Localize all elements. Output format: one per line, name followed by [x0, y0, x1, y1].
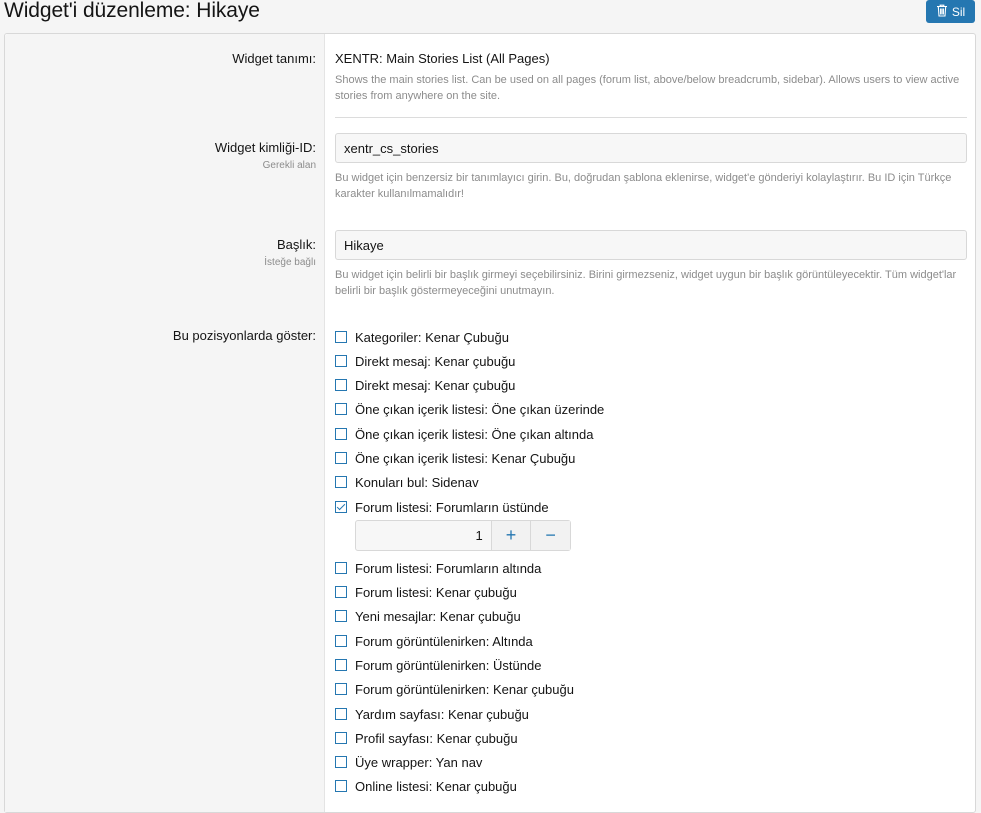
title-sublabel: İsteğe bağlı: [264, 257, 316, 268]
position-checkbox-item[interactable]: Forum görüntülenirken: Altında: [335, 631, 533, 651]
position-checkbox-item[interactable]: Forum görüntülenirken: Kenar çubuğu: [335, 679, 574, 699]
position-checkbox-item[interactable]: Öne çıkan içerik listesi: Kenar Çubuğu: [335, 448, 575, 468]
position-checkbox-item[interactable]: Forum listesi: Forumların üstünde: [335, 497, 549, 517]
checkbox-icon[interactable]: [335, 562, 347, 574]
page-header: Widget'i düzenleme: Hikaye Sil: [0, 0, 981, 28]
position-checkbox-label: Forum görüntülenirken: Üstünde: [355, 657, 542, 673]
definition-label: Widget tanımı:: [232, 51, 316, 66]
position-checkbox-label: Profil sayfası: Kenar çubuğu: [355, 730, 518, 746]
delete-button[interactable]: Sil: [926, 0, 975, 23]
label-column: Widget tanımı: Widget kimliği-ID: Gerekl…: [5, 34, 325, 812]
checkbox-icon[interactable]: [335, 476, 347, 488]
position-checkbox-label: Forum görüntülenirken: Kenar çubuğu: [355, 681, 574, 697]
checkbox-icon[interactable]: [335, 683, 347, 695]
position-checkbox-label: Öne çıkan içerik listesi: Kenar Çubuğu: [355, 450, 576, 466]
position-order-stepper[interactable]: 1 + −: [355, 520, 571, 551]
position-checkbox-label: Forum görüntülenirken: Altında: [355, 633, 533, 649]
position-checkbox-item[interactable]: Profil sayfası: Kenar çubuğu: [335, 728, 518, 748]
checkbox-icon[interactable]: [335, 610, 347, 622]
checkbox-icon[interactable]: [335, 452, 347, 464]
position-checkbox-item[interactable]: Öne çıkan içerik listesi: Öne çıkan altı…: [335, 424, 593, 444]
position-checkbox-label: Direkt mesaj: Kenar çubuğu: [355, 353, 516, 369]
checkbox-icon[interactable]: [335, 379, 347, 391]
position-checkbox-item[interactable]: Direkt mesaj: Kenar çubuğu: [335, 375, 515, 395]
position-checkbox-label: Online listesi: Kenar çubuğu: [355, 778, 517, 794]
checkbox-icon[interactable]: [335, 659, 347, 671]
position-checkbox-item[interactable]: Üye wrapper: Yan nav: [335, 752, 482, 772]
position-checkbox-item[interactable]: Konuları bul: Sidenav: [335, 472, 479, 492]
widget-edit-form: Widget tanımı: Widget kimliği-ID: Gerekl…: [4, 33, 976, 813]
checkbox-icon[interactable]: [335, 756, 347, 768]
position-checkbox-label: Yardım sayfası: Kenar çubuğu: [355, 706, 529, 722]
widget-key-label: Widget kimliği-ID:: [214, 140, 316, 155]
checkbox-icon[interactable]: [335, 428, 347, 440]
position-checkbox-label: Forum listesi: Forumların üstünde: [355, 499, 549, 515]
position-checkbox-label: Direkt mesaj: Kenar çubuğu: [355, 377, 516, 393]
checkbox-icon[interactable]: [335, 403, 347, 415]
title-label: Başlık:: [276, 237, 316, 252]
position-order-value[interactable]: 1: [356, 521, 491, 550]
definition-explain: Shows the main stories list. Can be used…: [335, 74, 960, 102]
position-checkbox-label: Forum listesi: Kenar çubuğu: [355, 584, 517, 600]
definition-value: XENTR: Main Stories List (All Pages): [335, 51, 550, 66]
position-checkbox-item[interactable]: Direkt mesaj: Kenar çubuğu: [335, 351, 515, 371]
checkbox-icon[interactable]: [335, 732, 347, 744]
widget-key-explain: Bu widget için benzersiz bir tanımlayıcı…: [335, 172, 952, 200]
position-checkbox-item[interactable]: Forum listesi: Forumların altında: [335, 558, 541, 578]
minus-icon[interactable]: −: [530, 521, 570, 550]
checkbox-icon[interactable]: [335, 708, 347, 720]
plus-icon[interactable]: +: [490, 521, 531, 550]
position-checkbox-label: Konuları bul: Sidenav: [355, 474, 479, 490]
position-checkbox-item[interactable]: Forum görüntülenirken: Üstünde: [335, 655, 541, 675]
widget-key-sublabel: Gerekli alan: [262, 160, 316, 171]
position-checkbox-item[interactable]: Kategoriler: Kenar Çubuğu: [335, 327, 509, 347]
page-title: Widget'i düzenleme: Hikaye: [4, 0, 260, 22]
position-checkbox-label: Öne çıkan içerik listesi: Öne çıkan üzer…: [355, 401, 605, 417]
delete-button-label: Sil: [951, 4, 966, 19]
position-checkbox-item[interactable]: Online listesi: Kenar çubuğu: [335, 776, 517, 796]
position-checkbox-label: Yeni mesajlar: Kenar çubuğu: [355, 608, 521, 624]
title-explain: Bu widget için belirli bir başlık girmey…: [335, 269, 957, 297]
position-checkbox-label: Kategoriler: Kenar Çubuğu: [355, 329, 509, 345]
position-checkbox-item[interactable]: Yeni mesajlar: Kenar çubuğu: [335, 606, 521, 626]
checkbox-icon[interactable]: [335, 780, 347, 792]
form-divider: [335, 117, 967, 118]
checkbox-icon[interactable]: [335, 635, 347, 647]
widget-key-input[interactable]: [335, 133, 967, 163]
title-input[interactable]: [335, 230, 967, 260]
trash-icon: [936, 4, 948, 20]
position-checkbox-item[interactable]: Forum listesi: Kenar çubuğu: [335, 582, 517, 602]
checkbox-checked-icon[interactable]: [335, 501, 347, 513]
positions-label: Bu pozisyonlarda göster:: [172, 328, 316, 343]
checkbox-icon[interactable]: [335, 355, 347, 367]
position-checkbox-label: Üye wrapper: Yan nav: [355, 754, 483, 770]
position-checkbox-label: Forum listesi: Forumların altında: [355, 560, 542, 576]
position-checkbox-label: Öne çıkan içerik listesi: Öne çıkan altı…: [355, 426, 594, 442]
position-checkbox-item[interactable]: Yardım sayfası: Kenar çubuğu: [335, 704, 529, 724]
checkbox-icon[interactable]: [335, 586, 347, 598]
position-checkbox-item[interactable]: Öne çıkan içerik listesi: Öne çıkan üzer…: [335, 399, 604, 419]
checkbox-icon[interactable]: [335, 331, 347, 343]
